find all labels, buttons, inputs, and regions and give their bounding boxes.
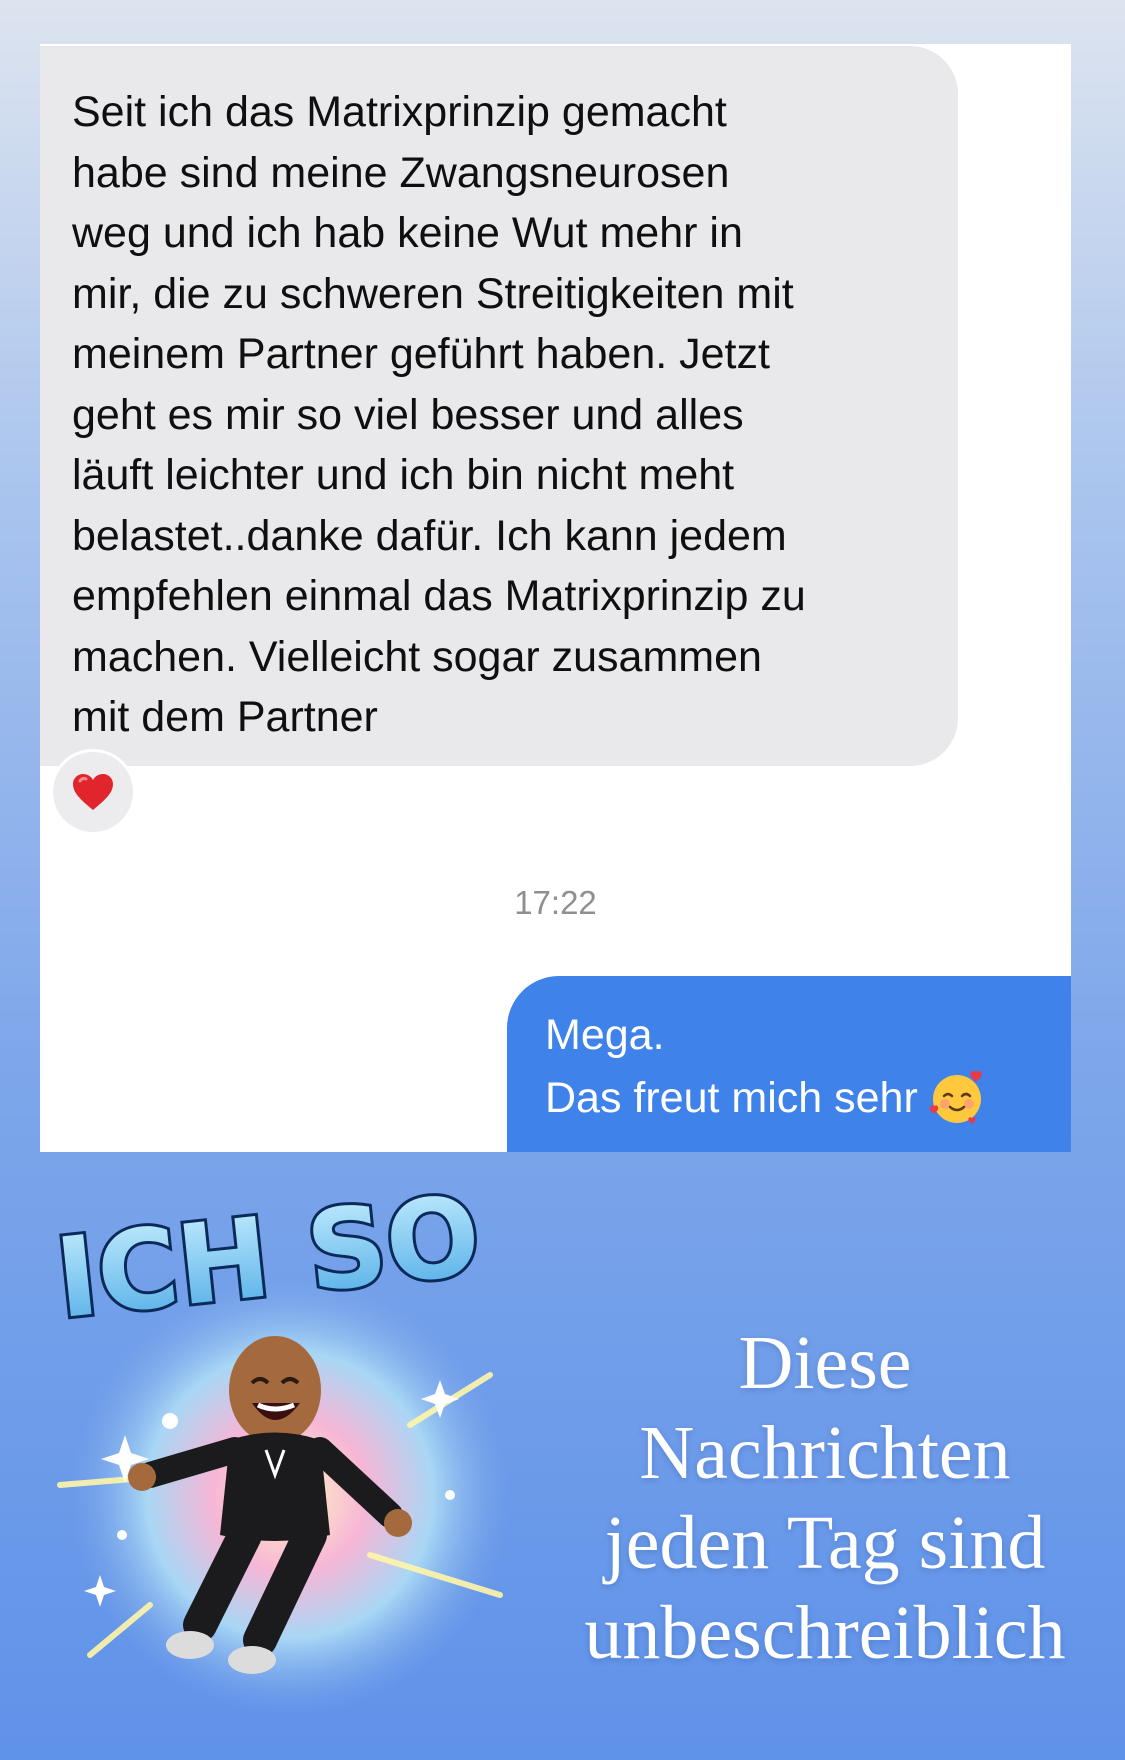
incoming-message-text: Seit ich das Matrixprinzip gemacht habe …: [72, 88, 806, 741]
message-timestamp: 17:22: [514, 884, 597, 921]
bitmoji-jumping-character-icon: ICH SO: [47, 1168, 510, 1715]
caption-line-2: Nachrichten: [639, 1411, 1011, 1495]
heart-icon: [73, 774, 113, 810]
outgoing-message-line-1: Mega.: [545, 1011, 665, 1059]
caption-line-1: Diese: [738, 1321, 912, 1405]
outgoing-message-line-2: Das freut mich sehr: [545, 1074, 918, 1122]
smiling-face-with-hearts-icon: [928, 1068, 986, 1144]
caption-text: Diese Nachrichten jeden Tag sind unbesch…: [540, 1318, 1110, 1678]
heart-reaction[interactable]: [50, 749, 136, 835]
outgoing-message-bubble[interactable]: Mega. Das freut mich sehr: [507, 976, 1071, 1152]
ich-so-title: ICH SO: [50, 1175, 486, 1343]
incoming-message-bubble[interactable]: Seit ich das Matrixprinzip gemacht habe …: [40, 46, 958, 766]
ich-so-sticker: ICH SO: [30, 1168, 530, 1715]
chat-screenshot: Seit ich das Matrixprinzip gemacht habe …: [40, 44, 1071, 1152]
caption-line-3: jeden Tag sind: [604, 1501, 1046, 1585]
outgoing-message-line-2-wrap: Das freut mich sehr: [545, 1067, 1071, 1144]
caption-line-4: unbeschreiblich: [584, 1591, 1066, 1675]
